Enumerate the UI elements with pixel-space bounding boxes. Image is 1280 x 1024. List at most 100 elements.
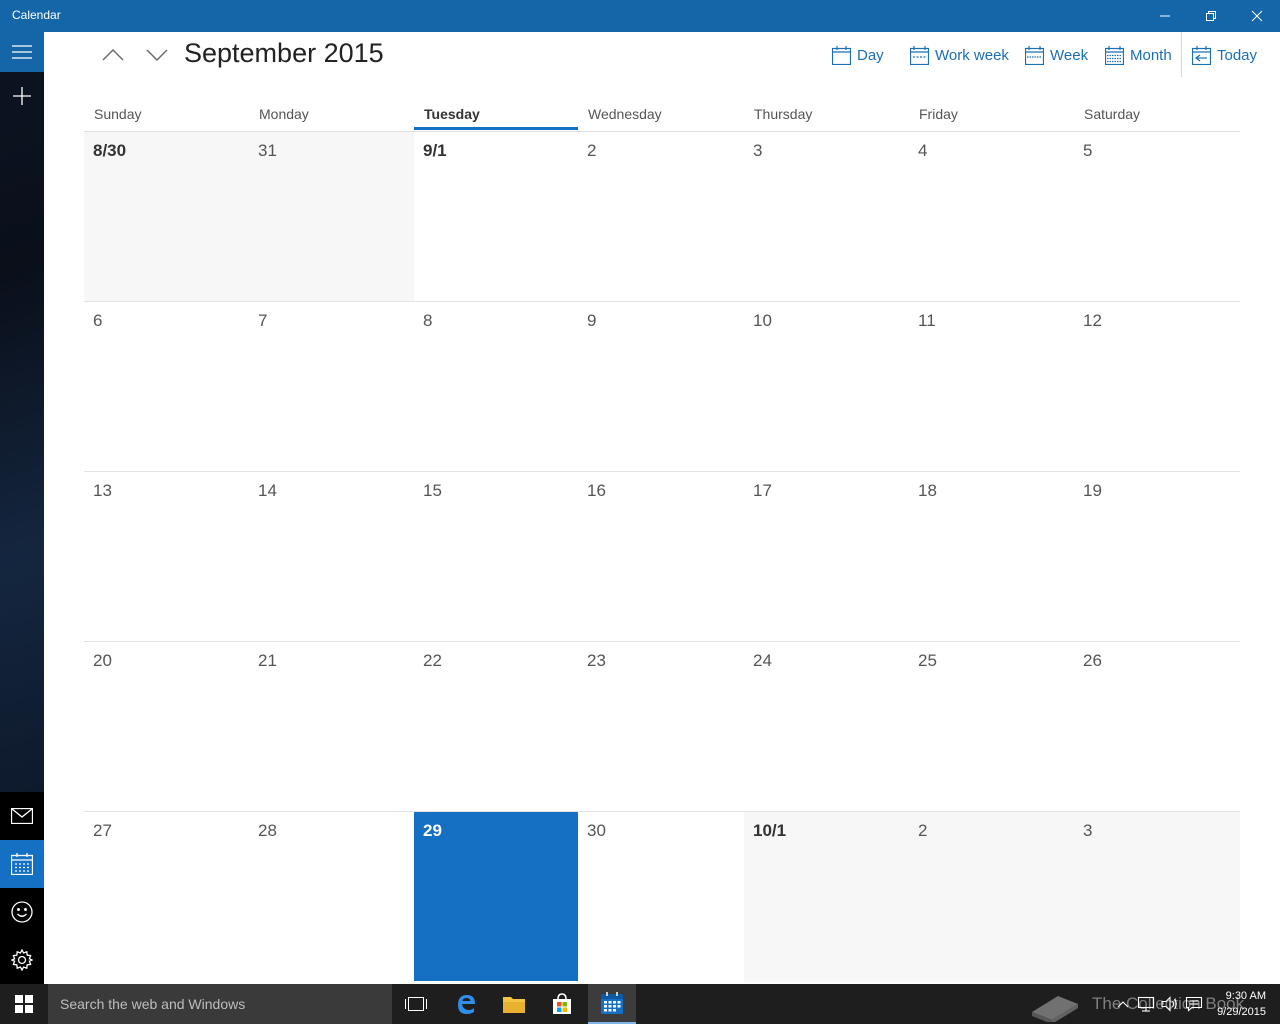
day-cell[interactable]: 31: [249, 132, 414, 302]
store-icon: [553, 993, 571, 1014]
day-cell[interactable]: 3: [1074, 812, 1240, 982]
gear-icon: [11, 949, 33, 971]
month-title: September 2015: [184, 38, 384, 68]
day-cell[interactable]: 12: [1074, 302, 1240, 472]
day-cell[interactable]: 13: [84, 472, 249, 642]
day-cell[interactable]: 11: [909, 302, 1074, 472]
day-cell[interactable]: 16: [578, 472, 744, 642]
network-button[interactable]: [1134, 984, 1158, 1024]
day-cell[interactable]: 22: [414, 642, 578, 812]
day-cell[interactable]: 9: [578, 302, 744, 472]
mail-button[interactable]: [0, 792, 44, 840]
chevron-down-icon: [146, 49, 168, 61]
day-cell[interactable]: 21: [249, 642, 414, 812]
edge-button[interactable]: [442, 984, 490, 1024]
next-month-button[interactable]: [140, 40, 174, 70]
day-number: 21: [258, 651, 277, 670]
show-hidden-icons-button[interactable]: [1112, 984, 1134, 1024]
day-number: 24: [753, 651, 772, 670]
toolbar-divider: [1181, 32, 1182, 77]
start-button[interactable]: [0, 984, 48, 1024]
day-cell[interactable]: 27: [84, 812, 249, 982]
feedback-button[interactable]: [0, 888, 44, 936]
clock[interactable]: 9:30 AM 9/29/2015: [1217, 988, 1266, 1020]
day-number: 17: [753, 481, 772, 500]
day-cell[interactable]: 6: [84, 302, 249, 472]
work-week-view-button[interactable]: Work week: [910, 42, 1009, 68]
day-cell[interactable]: 28: [249, 812, 414, 982]
day-cell[interactable]: 10: [744, 302, 909, 472]
day-view-button[interactable]: Day: [832, 42, 884, 68]
file-explorer-button[interactable]: [490, 984, 538, 1024]
day-cell[interactable]: 25: [909, 642, 1074, 812]
minimize-button[interactable]: [1142, 0, 1188, 32]
day-number: 2: [918, 821, 928, 840]
day-number: 18: [918, 481, 937, 500]
day-number: 5: [1083, 141, 1093, 160]
calendar-button[interactable]: [0, 840, 44, 888]
day-number: 10/1: [753, 821, 787, 840]
restore-button[interactable]: [1188, 0, 1234, 32]
close-button[interactable]: [1234, 0, 1280, 32]
day-number: 8/30: [93, 141, 127, 160]
minimize-icon: [1160, 15, 1170, 17]
day-cell[interactable]: 3: [744, 132, 909, 302]
today-button[interactable]: Today: [1192, 42, 1257, 68]
day-number: 2: [587, 141, 597, 160]
volume-button[interactable]: [1158, 984, 1182, 1024]
day-number: 26: [1083, 651, 1102, 670]
week-view-button[interactable]: Week: [1025, 42, 1088, 68]
month-view-button[interactable]: Month: [1105, 42, 1172, 68]
week-view-icon: [1025, 45, 1044, 65]
previous-month-button[interactable]: [96, 40, 130, 70]
day-number: 10: [753, 311, 772, 330]
work-week-view-icon: [910, 45, 929, 65]
day-cell[interactable]: 9/1: [414, 132, 578, 302]
day-cell[interactable]: 10/1: [744, 812, 909, 982]
day-cell[interactable]: 2: [578, 132, 744, 302]
day-cell[interactable]: 5: [1074, 132, 1240, 302]
day-number: 30: [587, 821, 606, 840]
new-event-button[interactable]: [0, 72, 44, 120]
day-view-icon: [832, 45, 851, 65]
day-number: 6: [93, 311, 103, 330]
hamburger-menu-button[interactable]: [0, 28, 44, 76]
search-placeholder: Search the web and Windows: [60, 996, 246, 1012]
day-number: 8: [423, 311, 433, 330]
settings-button[interactable]: [0, 936, 44, 984]
notification-icon: [1185, 996, 1203, 1012]
day-cell[interactable]: 23: [578, 642, 744, 812]
window-title: Calendar: [12, 8, 61, 22]
day-cell[interactable]: 7: [249, 302, 414, 472]
day-cell[interactable]: 30: [578, 812, 744, 982]
store-button[interactable]: [538, 984, 586, 1024]
day-cell[interactable]: 26: [1074, 642, 1240, 812]
day-number: 9/1: [423, 141, 447, 160]
day-cell[interactable]: 8: [414, 302, 578, 472]
action-center-button[interactable]: [1182, 984, 1206, 1024]
today-label: Today: [1217, 46, 1258, 64]
day-cell[interactable]: 4: [909, 132, 1074, 302]
day-cell[interactable]: 20: [84, 642, 249, 812]
today-weekday-indicator: [414, 127, 578, 130]
task-view-button[interactable]: [392, 984, 440, 1024]
day-cell[interactable]: 18: [909, 472, 1074, 642]
windows-logo-icon: [15, 995, 33, 1013]
day-cell[interactable]: 17: [744, 472, 909, 642]
day-cell-today[interactable]: 29: [414, 812, 578, 981]
calendar-app-taskbar-button[interactable]: [588, 984, 636, 1024]
day-view-label: Day: [857, 46, 884, 64]
taskbar: Search the web and Windows The Collectio…: [0, 984, 1280, 1024]
day-number: 3: [1083, 821, 1093, 840]
day-number: 4: [918, 141, 928, 160]
day-cell[interactable]: 8/30: [84, 132, 249, 302]
day-cell[interactable]: 19: [1074, 472, 1240, 642]
day-cell[interactable]: 15: [414, 472, 578, 642]
chevron-up-icon: [102, 49, 124, 61]
day-cell[interactable]: 24: [744, 642, 909, 812]
day-cell[interactable]: 14: [249, 472, 414, 642]
search-box[interactable]: Search the web and Windows: [48, 984, 392, 1024]
day-cell[interactable]: 2: [909, 812, 1074, 982]
day-number: 29: [423, 821, 442, 840]
edge-browser-icon: [458, 995, 475, 1014]
